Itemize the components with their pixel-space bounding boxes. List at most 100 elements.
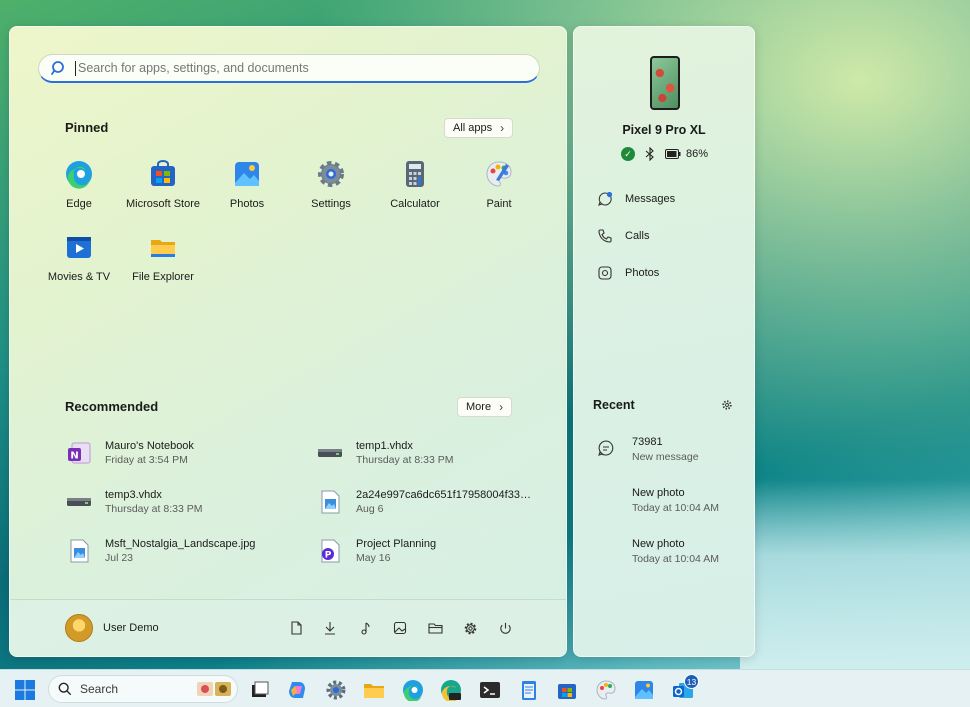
download-icon <box>323 621 337 635</box>
pinned-app-file-explorer[interactable]: File Explorer <box>121 232 205 283</box>
taskbar: Search <box>0 669 970 707</box>
pinned-app-movies-tv[interactable]: Movies & TV <box>37 232 121 283</box>
recommended-item[interactable]: temp3.vhdx Thursday at 8:33 PM <box>65 484 295 520</box>
file-date: Jul 23 <box>105 552 255 564</box>
phone-icon <box>597 228 613 244</box>
movies-icon <box>64 232 94 262</box>
device-status: ✓ 86% <box>621 147 708 161</box>
store-icon[interactable] <box>556 679 578 701</box>
pinned-app-photos[interactable]: Photos <box>205 159 289 210</box>
pictures-icon <box>393 621 407 635</box>
phone-link-panel: Pixel 9 Pro XL ✓ 86% Messages Calls Phot… <box>573 26 755 657</box>
store-icon <box>148 159 178 189</box>
start-search-box[interactable] <box>38 54 540 83</box>
task-view-icon[interactable] <box>249 679 271 701</box>
recent-title: Recent <box>593 398 635 412</box>
svg-text:P: P <box>325 551 332 561</box>
file-name: temp3.vhdx <box>105 489 202 501</box>
phone-link-photos[interactable]: Photos <box>597 265 659 281</box>
chevron-right-icon: › <box>499 400 503 414</box>
svg-text:N: N <box>70 451 78 462</box>
recent-notification[interactable]: New photo Today at 10:04 AM <box>594 538 719 565</box>
edge-icon[interactable] <box>402 679 424 701</box>
recommended-item[interactable]: Msft_Nostalgia_Landscape.jpg Jul 23 <box>65 533 295 569</box>
app-label: Movies & TV <box>37 271 121 283</box>
settings-icon[interactable] <box>325 679 347 701</box>
recommended-item[interactable]: 2a24e997ca6dc651f17958004f336a1... Aug 6 <box>316 484 546 520</box>
copilot-icon[interactable] <box>286 679 308 701</box>
pinned-app-paint[interactable]: Paint <box>457 159 541 210</box>
file-date: Thursday at 8:33 PM <box>105 503 202 515</box>
file-explorer-icon[interactable] <box>363 679 385 701</box>
search-highlight-icon <box>197 680 231 698</box>
pinned-app-edge[interactable]: Edge <box>37 159 121 210</box>
notification-sub: Today at 10:04 AM <box>632 502 719 514</box>
connected-check-icon: ✓ <box>621 147 635 161</box>
all-apps-button[interactable]: All apps › <box>444 118 513 138</box>
bluetooth-icon <box>645 147 655 161</box>
more-label: More <box>466 401 491 413</box>
phone-link-calls[interactable]: Calls <box>597 228 649 244</box>
onenote-icon: N <box>65 439 93 467</box>
music-icon <box>358 621 372 635</box>
recommended-item[interactable]: P Project Planning May 16 <box>316 533 546 569</box>
recent-icon-slot <box>594 538 618 562</box>
app-label: Calculator <box>373 198 457 210</box>
search-input[interactable] <box>75 61 539 76</box>
recent-notification[interactable]: New photo Today at 10:04 AM <box>594 487 719 514</box>
downloads-button[interactable] <box>321 619 339 637</box>
recommended-item[interactable]: N Mauro's Notebook Friday at 3:54 PM <box>65 435 295 471</box>
documents-button[interactable] <box>287 619 305 637</box>
pinned-app-settings[interactable]: Settings <box>289 159 373 210</box>
app-label: File Explorer <box>121 271 205 283</box>
message-icon <box>597 191 613 207</box>
taskbar-search[interactable]: Search <box>48 675 238 703</box>
recommended-title: Recommended <box>65 399 158 414</box>
phone-link-messages[interactable]: Messages <box>597 191 675 207</box>
paint-icon[interactable] <box>595 679 617 701</box>
start-footer: User Demo <box>10 599 566 656</box>
pinned-app-microsoft-store[interactable]: Microsoft Store <box>121 159 205 210</box>
phone-image <box>650 56 680 110</box>
recommended-item[interactable]: temp1.vhdx Thursday at 8:33 PM <box>316 435 546 471</box>
terminal-icon[interactable] <box>479 679 501 701</box>
notification-sub: Today at 10:04 AM <box>632 553 719 565</box>
music-button[interactable] <box>356 619 374 637</box>
file-date: Thursday at 8:33 PM <box>356 454 453 466</box>
notification-title: New photo <box>632 538 719 550</box>
drive-icon <box>65 488 93 516</box>
image-file-icon <box>65 537 93 565</box>
file-name: Mauro's Notebook <box>105 440 194 452</box>
search-icon <box>51 60 67 76</box>
recent-icon-slot <box>594 487 618 511</box>
recent-notification[interactable]: 73981 New message <box>594 436 699 463</box>
start-menu: Pinned All apps › Edge Microsoft Store P… <box>9 26 567 657</box>
all-apps-label: All apps <box>453 122 492 134</box>
power-icon <box>498 621 513 636</box>
battery-level: 86% <box>686 148 708 160</box>
folder-icon <box>148 232 178 262</box>
start-icon[interactable] <box>14 679 36 701</box>
link-label: Calls <box>625 230 649 242</box>
notification-title: New photo <box>632 487 719 499</box>
power-button[interactable] <box>496 619 514 637</box>
user-name[interactable]: User Demo <box>103 622 159 634</box>
pictures-button[interactable] <box>391 619 409 637</box>
file-explorer-button[interactable] <box>426 619 444 637</box>
edge-canary-icon[interactable] <box>440 679 462 701</box>
photos-icon[interactable] <box>633 679 655 701</box>
file-name: Project Planning <box>356 538 436 550</box>
pinned-app-calculator[interactable]: Calculator <box>373 159 457 210</box>
notepad-icon[interactable] <box>518 679 540 701</box>
file-explorer-icon <box>428 621 443 635</box>
pinned-title: Pinned <box>65 120 108 135</box>
wallpaper-highlight <box>740 480 970 670</box>
image-file-icon <box>316 488 344 516</box>
more-button[interactable]: More › <box>457 397 512 417</box>
gear-icon[interactable] <box>721 399 733 411</box>
link-label: Photos <box>625 267 659 279</box>
battery-icon <box>665 149 681 159</box>
avatar[interactable] <box>65 614 93 642</box>
file-date: Aug 6 <box>356 503 536 515</box>
settings-button[interactable] <box>461 619 479 637</box>
